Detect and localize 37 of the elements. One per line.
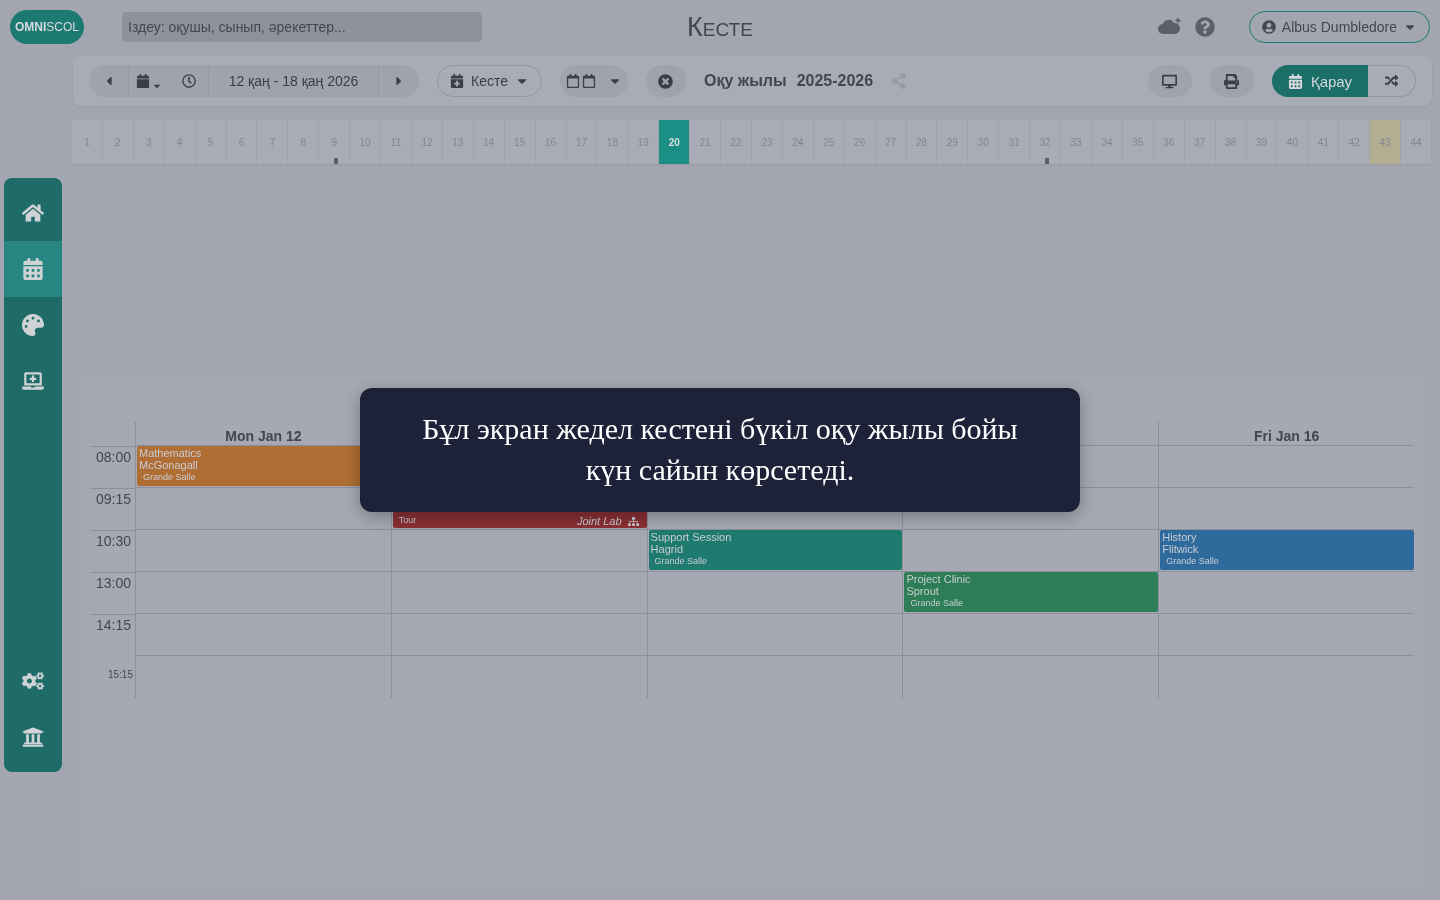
calendar-icon[interactable] [4, 241, 62, 297]
calendar-icon [1287, 73, 1303, 89]
calendar-event[interactable]: Support Session Hagrid Grande Salle [648, 530, 903, 570]
print-button[interactable] [1209, 65, 1254, 97]
view-button[interactable]: Қарау [1271, 65, 1368, 97]
calendar-icon [136, 74, 150, 88]
close-icon [658, 73, 674, 89]
time-label: 13:00 [90, 572, 135, 614]
monitor-button[interactable] [1147, 65, 1192, 97]
shuffle-button[interactable] [1368, 65, 1416, 97]
calendar-icon [566, 74, 580, 88]
time-label: 14:15 [90, 614, 135, 656]
shuffle-icon [1384, 74, 1399, 88]
time-label: 10:30 [90, 530, 135, 572]
time-label: 09:15 [90, 488, 135, 530]
clock-icon [181, 74, 196, 88]
time-label: 15:15 [106, 668, 134, 682]
search-field[interactable]: Іздеу: оқушы, сынып, әрекеттер... [122, 12, 482, 42]
sitemap-icon [627, 515, 639, 527]
calendar-icon [582, 74, 596, 88]
week-tab[interactable]: 20 [659, 120, 691, 164]
monitor-icon [1162, 73, 1178, 89]
year-value: 2025-2026 [796, 72, 874, 90]
calendar-plus-icon [450, 74, 464, 88]
calendar-event[interactable]: Project Clinic Sprout Grande Salle [904, 572, 1159, 612]
view-menu-button[interactable]: Кесте [437, 65, 542, 97]
clear-button[interactable] [646, 65, 686, 97]
time-label: 08:00 [90, 446, 135, 488]
calendar-event[interactable]: History Flitwick Grande Salle [1160, 530, 1414, 570]
year-label: Оқу жылы [704, 72, 787, 90]
tour-tooltip: Бұл экран жедел кестені бүкіл оқу жылы бойы күн сайын көрсетеді. [360, 388, 1080, 512]
day-header: Fri Jan 16 [1158, 422, 1414, 446]
printer-icon [1224, 73, 1240, 89]
page-title: Кесте [687, 11, 753, 43]
help-icon[interactable] [1194, 17, 1215, 37]
user-icon [1261, 20, 1276, 34]
logo[interactable]: OMNISCOL [10, 10, 84, 44]
